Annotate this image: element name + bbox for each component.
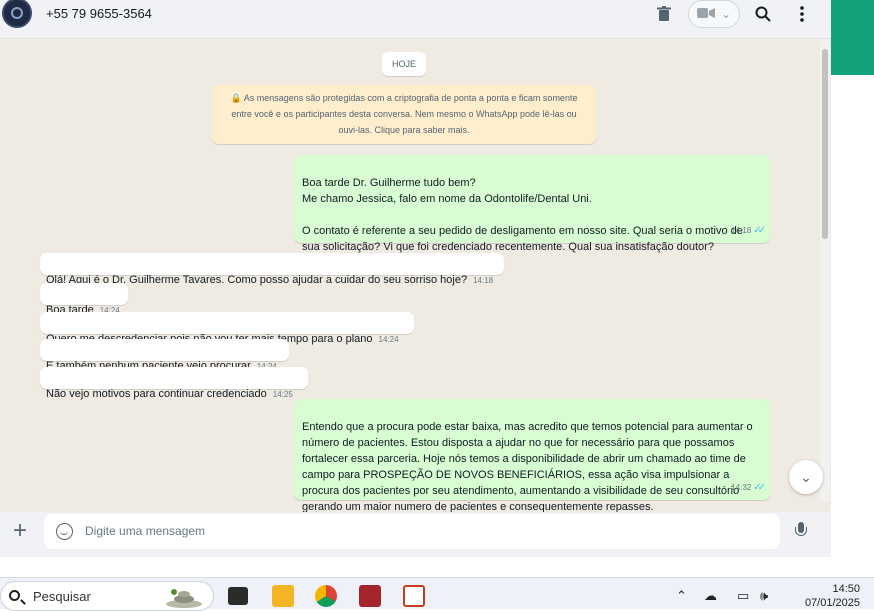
search-icon bbox=[9, 590, 20, 601]
emoji-icon[interactable] bbox=[56, 523, 73, 540]
message-list: HOJE 🔒 As mensagens são protegidas com a… bbox=[0, 39, 831, 512]
snipping-tool-icon[interactable] bbox=[403, 585, 425, 607]
microphone-icon[interactable] bbox=[795, 522, 807, 540]
date-chip: HOJE bbox=[382, 52, 427, 76]
search-highlight-stones-icon bbox=[166, 589, 202, 608]
scrollbar-thumb[interactable] bbox=[822, 49, 828, 239]
avatar-logo-icon bbox=[11, 7, 23, 19]
message-time: 14:25 bbox=[272, 390, 293, 399]
clock-date: 07/01/2025 bbox=[804, 597, 860, 609]
video-camera-icon bbox=[696, 7, 715, 22]
message-time: 14:32 bbox=[731, 483, 752, 492]
message-incoming: E também nenhum paciente veio procurar14… bbox=[40, 339, 289, 372]
scroll-to-bottom-button[interactable]: ⌄ bbox=[789, 460, 823, 494]
message-text: Boa tarde Dr. Guilherme tudo bem? Me cha… bbox=[302, 177, 743, 253]
message-incoming: Olá! Aqui é o Dr. Guilherme Tavares. Com… bbox=[40, 253, 504, 286]
taskbar-clock[interactable]: 14:50 07/01/2025 bbox=[790, 582, 860, 610]
volume-icon[interactable]: 🕪 bbox=[760, 588, 768, 604]
chat-scrollbar[interactable] bbox=[820, 39, 830, 502]
message-time: 14:18 bbox=[473, 276, 494, 285]
read-ticks-icon: ✓✓ bbox=[753, 225, 766, 236]
taskbar-search[interactable]: Pesquisar bbox=[0, 581, 214, 611]
message-incoming: Quero me descredenciar pois não vou ter … bbox=[40, 312, 414, 345]
attach-plus-icon[interactable]: + bbox=[8, 519, 32, 544]
tray-chevron-up-icon[interactable]: ⌃ bbox=[676, 588, 687, 604]
windows-taskbar: Pesquisar ⌃ ☁ ▭ 🕪 14:50 07/01/2025 bbox=[0, 577, 874, 611]
display-icon[interactable]: ▭ bbox=[737, 588, 749, 604]
whatsapp-window: +55 79 9655-3564 ⌄ HOJE 🔒 As mensagens s… bbox=[0, 0, 831, 557]
clock-time: 14:50 bbox=[832, 583, 860, 595]
message-incoming: Não vejo motivos para continuar credenci… bbox=[40, 367, 308, 400]
more-vertical-icon[interactable] bbox=[791, 3, 813, 25]
chat-header: +55 79 9655-3564 ⌄ bbox=[0, 0, 831, 39]
search-icon[interactable] bbox=[752, 3, 774, 25]
chrome-icon[interactable] bbox=[315, 585, 337, 607]
access-icon[interactable] bbox=[359, 585, 381, 607]
taskbar-search-placeholder: Pesquisar bbox=[33, 589, 91, 604]
background-window-accent bbox=[831, 0, 874, 75]
read-ticks-icon: ✓✓ bbox=[753, 482, 766, 493]
message-input[interactable]: Digite uma mensagem bbox=[44, 514, 780, 549]
trash-icon[interactable] bbox=[653, 3, 675, 25]
message-composer: + Digite uma mensagem bbox=[0, 512, 831, 557]
task-view-icon[interactable] bbox=[228, 587, 248, 605]
onedrive-offline-icon[interactable]: ☁ bbox=[704, 588, 717, 604]
message-text: Não vejo motivos para continuar credenci… bbox=[46, 388, 267, 400]
video-call-button[interactable]: ⌄ bbox=[688, 0, 740, 28]
message-text: Entendo que a procura pode estar baixa, … bbox=[302, 421, 753, 512]
message-outgoing: Boa tarde Dr. Guilherme tudo bem? Me cha… bbox=[294, 155, 770, 253]
chevron-down-icon: ⌄ bbox=[800, 468, 812, 485]
file-explorer-icon[interactable] bbox=[272, 585, 294, 607]
encryption-notice[interactable]: 🔒 As mensagens são protegidas com a crip… bbox=[212, 85, 596, 144]
chevron-down-icon: ⌄ bbox=[720, 7, 732, 21]
message-incoming: Boa tarde 14:24 bbox=[40, 283, 128, 316]
message-time: 14:18 bbox=[731, 226, 752, 235]
contact-avatar[interactable] bbox=[2, 0, 32, 28]
message-placeholder: Digite uma mensagem bbox=[85, 524, 206, 538]
message-time: 14:24 bbox=[378, 335, 399, 344]
message-outgoing: Entendo que a procura pode estar baixa, … bbox=[294, 399, 770, 512]
contact-name[interactable]: +55 79 9655-3564 bbox=[46, 6, 152, 21]
